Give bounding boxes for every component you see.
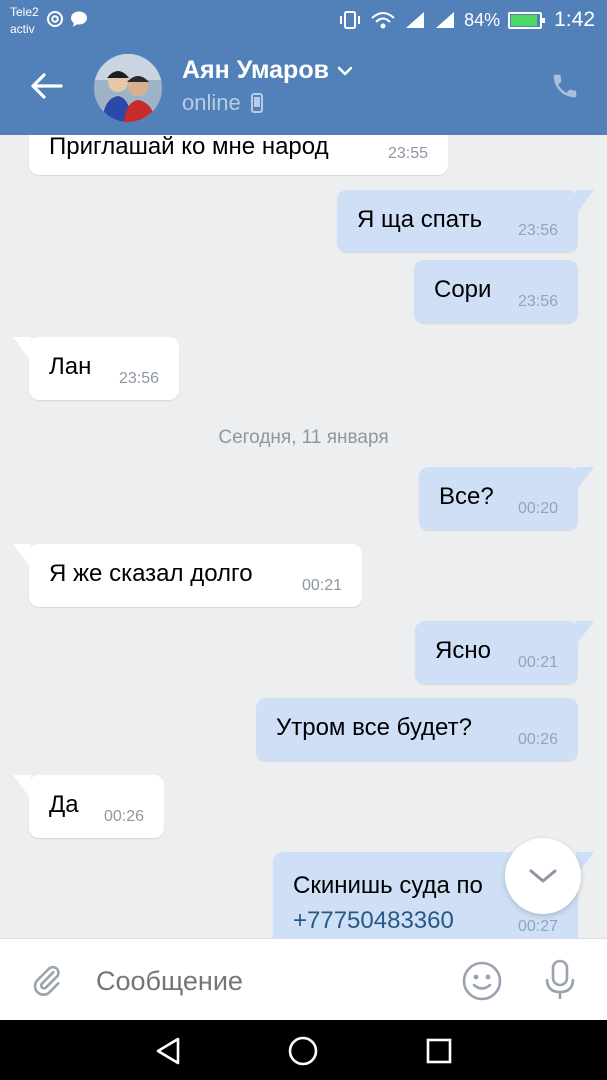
- message-time: 23:56: [118, 370, 159, 387]
- message-text: Сори: [434, 276, 492, 303]
- microphone-icon: [545, 959, 575, 999]
- status-bar: Tele2 activ 84% 1:42: [0, 0, 607, 40]
- chat-bubble-icon: [70, 10, 88, 33]
- message-time: 00:26: [517, 731, 558, 748]
- emoji-button[interactable]: [460, 959, 504, 1003]
- phone-icon: [553, 74, 577, 98]
- nav-back-icon: [156, 1037, 180, 1065]
- paperclip-icon: [33, 965, 60, 996]
- message-text: Утром все будет?: [276, 714, 472, 741]
- emoji-icon: [462, 961, 502, 1001]
- message-list[interactable]: Приглашай ко мне народ 23:55 Я ща спать …: [0, 135, 607, 938]
- message-incoming[interactable]: Да 00:26: [13, 775, 164, 838]
- carrier-label: Tele2 activ: [10, 4, 39, 38]
- nav-back-button[interactable]: [150, 1033, 186, 1069]
- battery-icon: [508, 11, 546, 29]
- avatar[interactable]: [94, 54, 162, 122]
- message-text: Ясно: [435, 637, 491, 664]
- message-time: 23:56: [517, 293, 558, 310]
- message-time: 00:27: [517, 918, 558, 935]
- contact-name-row[interactable]: Аян Умаров: [182, 56, 353, 85]
- nav-recents-icon: [426, 1038, 452, 1064]
- back-button[interactable]: [24, 64, 68, 108]
- message-text: Я ща спать: [357, 206, 483, 233]
- signal-icon: [434, 10, 456, 30]
- message-outgoing[interactable]: Все? 00:20: [419, 467, 594, 530]
- message-text: Скинишь суда по: [293, 872, 483, 899]
- message-time: 00:26: [103, 808, 144, 825]
- message-input[interactable]: [96, 963, 426, 999]
- presence-status: online: [182, 90, 263, 116]
- attach-button[interactable]: [26, 959, 68, 1001]
- battery-percent: 84%: [464, 9, 501, 30]
- message-composer: [0, 938, 607, 1020]
- message-outgoing[interactable]: Я ща спать 23:56: [337, 190, 594, 252]
- message-text: Приглашай ко мне народ: [49, 135, 329, 160]
- message-time: 23:55: [387, 145, 428, 162]
- message-incoming[interactable]: Лан 23:56: [13, 337, 179, 400]
- call-button[interactable]: [547, 68, 583, 104]
- vibrate-icon: [338, 10, 362, 30]
- nav-recents-button[interactable]: [421, 1033, 457, 1069]
- top-bar: Tele2 activ 84% 1:42 Аян Умаров online: [0, 0, 607, 135]
- message-time: 00:21: [301, 577, 342, 594]
- message-outgoing[interactable]: Утром все будет? 00:26: [256, 698, 578, 761]
- contact-name: Аян Умаров: [182, 56, 329, 84]
- date-separator: Сегодня, 11 января: [218, 427, 389, 448]
- presence-label: online: [182, 90, 241, 115]
- message-outgoing[interactable]: Сори 23:56: [414, 260, 578, 323]
- carrier-status: activ: [10, 22, 35, 36]
- nav-home-icon: [288, 1036, 318, 1066]
- chevron-down-icon: [337, 66, 353, 76]
- phone-number-link[interactable]: +77750483360: [293, 907, 454, 935]
- mobile-icon: [250, 93, 263, 113]
- message-text: Все?: [439, 483, 494, 510]
- nav-home-button[interactable]: [285, 1033, 321, 1069]
- system-nav-bar: [0, 1020, 607, 1080]
- message-incoming[interactable]: Приглашай ко мне народ 23:55: [29, 135, 448, 175]
- message-text: Лан: [49, 353, 92, 380]
- message-outgoing[interactable]: Ясно 00:21: [415, 621, 594, 684]
- notification-icons: [46, 10, 88, 33]
- message-time: 00:21: [517, 654, 558, 671]
- carrier-name: Tele2: [10, 5, 39, 19]
- message-text: Я же сказал долго: [49, 560, 253, 587]
- message-incoming[interactable]: Я же сказал долго 00:21: [13, 544, 362, 607]
- at-icon: [46, 10, 64, 33]
- status-clock: 1:42: [554, 8, 595, 31]
- scroll-down-button[interactable]: [505, 838, 581, 914]
- back-arrow-icon: [31, 73, 63, 99]
- signal-icon: [404, 10, 426, 30]
- message-text: Да: [49, 791, 79, 818]
- wifi-icon: [370, 10, 396, 30]
- message-time: 00:20: [517, 500, 558, 517]
- chat-header: Аян Умаров online: [0, 40, 607, 135]
- message-time: 23:56: [517, 222, 558, 239]
- chevron-down-icon: [529, 869, 557, 883]
- voice-message-button[interactable]: [538, 957, 582, 1003]
- status-indicators: 84% 1:42: [338, 8, 595, 32]
